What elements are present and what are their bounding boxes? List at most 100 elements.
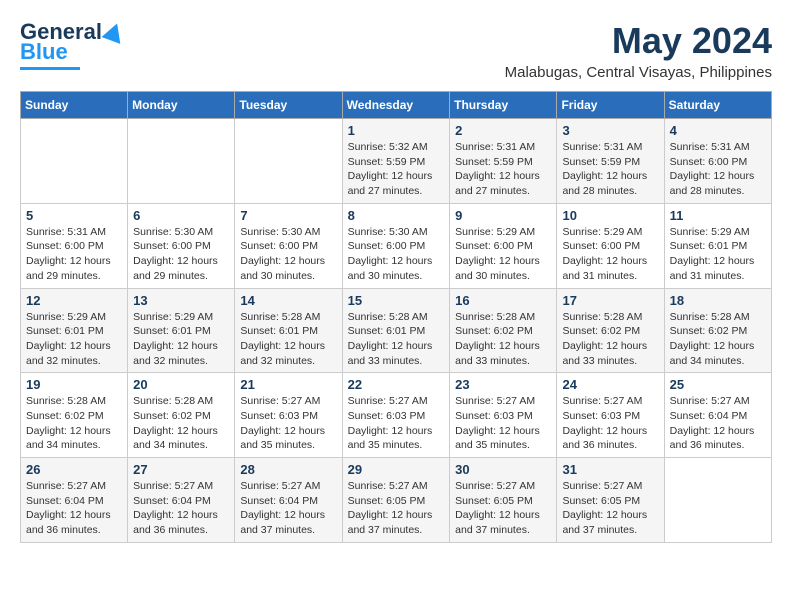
day-number: 24 — [562, 377, 658, 392]
day-number: 5 — [26, 208, 122, 223]
calendar-cell: 14 Sunrise: 5:28 AM Sunset: 6:01 PM Dayli… — [235, 288, 342, 373]
calendar-cell: 13 Sunrise: 5:29 AM Sunset: 6:01 PM Dayli… — [128, 288, 235, 373]
calendar-week-row: 1 Sunrise: 5:32 AM Sunset: 5:59 PM Daylig… — [21, 119, 772, 204]
calendar-week-row: 26 Sunrise: 5:27 AM Sunset: 6:04 PM Dayli… — [21, 458, 772, 543]
col-header-friday: Friday — [557, 92, 664, 119]
day-number: 23 — [455, 377, 551, 392]
calendar-cell: 28Sunrise: 5:27 AM Sunset: 6:04 PM Dayli… — [235, 458, 342, 543]
col-header-monday: Monday — [128, 92, 235, 119]
day-number: 25 — [670, 377, 766, 392]
day-number: 21 — [240, 377, 336, 392]
day-number: 10 — [562, 208, 658, 223]
calendar-cell: 21 Sunrise: 5:27 AM Sunset: 6:03 PM Dayli… — [235, 373, 342, 458]
day-number: 12 — [26, 293, 122, 308]
day-number: 4 — [670, 123, 766, 138]
col-header-wednesday: Wednesday — [342, 92, 450, 119]
day-info: Sunrise: 5:27 AM Sunset: 6:05 PM Dayligh… — [455, 479, 551, 538]
calendar-cell: 25 Sunrise: 5:27 AM Sunset: 6:04 PM Dayli… — [664, 373, 771, 458]
calendar-cell: 5Sunrise: 5:31 AM Sunset: 6:00 PM Daylig… — [21, 203, 128, 288]
day-number: 3 — [562, 123, 658, 138]
calendar-cell: 15 Sunrise: 5:28 AM Sunset: 6:01 PM Dayli… — [342, 288, 450, 373]
day-number: 26 — [26, 462, 122, 477]
calendar-week-row: 5Sunrise: 5:31 AM Sunset: 6:00 PM Daylig… — [21, 203, 772, 288]
calendar-cell: 24 Sunrise: 5:27 AM Sunset: 6:03 PM Dayli… — [557, 373, 664, 458]
calendar-cell: 31 Sunrise: 5:27 AM Sunset: 6:05 PM Dayli… — [557, 458, 664, 543]
day-info: Sunrise: 5:27 AM Sunset: 6:04 PM Dayligh… — [133, 479, 229, 538]
day-number: 11 — [670, 208, 766, 223]
col-header-tuesday: Tuesday — [235, 92, 342, 119]
day-number: 27 — [133, 462, 229, 477]
day-info: Sunrise: 5:27 AM Sunset: 6:05 PM Dayligh… — [348, 479, 445, 538]
col-header-sunday: Sunday — [21, 92, 128, 119]
calendar-cell: 10 Sunrise: 5:29 AM Sunset: 6:00 PM Dayli… — [557, 203, 664, 288]
day-number: 16 — [455, 293, 551, 308]
day-number: 8 — [348, 208, 445, 223]
calendar-cell: 12 Sunrise: 5:29 AM Sunset: 6:01 PM Dayli… — [21, 288, 128, 373]
calendar-cell: 2Sunrise: 5:31 AM Sunset: 5:59 PM Daylig… — [450, 119, 557, 204]
day-number: 17 — [562, 293, 658, 308]
day-number: 18 — [670, 293, 766, 308]
logo-triangle-icon — [101, 20, 126, 44]
day-number: 6 — [133, 208, 229, 223]
calendar-cell: 7Sunrise: 5:30 AM Sunset: 6:00 PM Daylig… — [235, 203, 342, 288]
calendar-cell: 29Sunrise: 5:27 AM Sunset: 6:05 PM Dayli… — [342, 458, 450, 543]
calendar-cell: 27 Sunrise: 5:27 AM Sunset: 6:04 PM Dayli… — [128, 458, 235, 543]
day-info: Sunrise: 5:28 AM Sunset: 6:01 PM Dayligh… — [240, 310, 336, 369]
day-info: Sunrise: 5:27 AM Sunset: 6:04 PM Dayligh… — [26, 479, 122, 538]
day-info: Sunrise: 5:27 AM Sunset: 6:05 PM Dayligh… — [562, 479, 658, 538]
day-number: 20 — [133, 377, 229, 392]
calendar-cell: 4Sunrise: 5:31 AM Sunset: 6:00 PM Daylig… — [664, 119, 771, 204]
page-header: General Blue May 2024 Malabugas, Central… — [20, 20, 772, 81]
day-info: Sunrise: 5:28 AM Sunset: 6:02 PM Dayligh… — [562, 310, 658, 369]
day-number: 14 — [240, 293, 336, 308]
day-info: Sunrise: 5:32 AM Sunset: 5:59 PM Dayligh… — [348, 140, 445, 199]
day-info: Sunrise: 5:27 AM Sunset: 6:03 PM Dayligh… — [562, 394, 658, 453]
calendar-cell: 18 Sunrise: 5:28 AM Sunset: 6:02 PM Dayli… — [664, 288, 771, 373]
day-number: 15 — [348, 293, 445, 308]
day-info: Sunrise: 5:31 AM Sunset: 5:59 PM Dayligh… — [562, 140, 658, 199]
calendar-cell: 17 Sunrise: 5:28 AM Sunset: 6:02 PM Dayli… — [557, 288, 664, 373]
calendar-cell — [235, 119, 342, 204]
calendar-cell: 6 Sunrise: 5:30 AM Sunset: 6:00 PM Daylig… — [128, 203, 235, 288]
day-info: Sunrise: 5:30 AM Sunset: 6:00 PM Dayligh… — [133, 225, 229, 284]
day-info: Sunrise: 5:31 AM Sunset: 5:59 PM Dayligh… — [455, 140, 551, 199]
col-header-thursday: Thursday — [450, 92, 557, 119]
day-number: 28 — [240, 462, 336, 477]
calendar-cell: 1 Sunrise: 5:32 AM Sunset: 5:59 PM Daylig… — [342, 119, 450, 204]
calendar-cell — [21, 119, 128, 204]
day-number: 31 — [562, 462, 658, 477]
day-number: 7 — [240, 208, 336, 223]
calendar-cell: 16 Sunrise: 5:28 AM Sunset: 6:02 PM Dayli… — [450, 288, 557, 373]
calendar-cell: 8 Sunrise: 5:30 AM Sunset: 6:00 PM Daylig… — [342, 203, 450, 288]
calendar-cell — [128, 119, 235, 204]
logo: General Blue — [20, 20, 124, 70]
day-info: Sunrise: 5:28 AM Sunset: 6:02 PM Dayligh… — [26, 394, 122, 453]
calendar-cell: 26 Sunrise: 5:27 AM Sunset: 6:04 PM Dayli… — [21, 458, 128, 543]
day-info: Sunrise: 5:28 AM Sunset: 6:02 PM Dayligh… — [670, 310, 766, 369]
day-info: Sunrise: 5:27 AM Sunset: 6:04 PM Dayligh… — [670, 394, 766, 453]
day-info: Sunrise: 5:29 AM Sunset: 6:01 PM Dayligh… — [26, 310, 122, 369]
calendar-cell: 19Sunrise: 5:28 AM Sunset: 6:02 PM Dayli… — [21, 373, 128, 458]
day-info: Sunrise: 5:27 AM Sunset: 6:03 PM Dayligh… — [348, 394, 445, 453]
day-info: Sunrise: 5:27 AM Sunset: 6:03 PM Dayligh… — [240, 394, 336, 453]
calendar-cell: 20Sunrise: 5:28 AM Sunset: 6:02 PM Dayli… — [128, 373, 235, 458]
day-info: Sunrise: 5:29 AM Sunset: 6:01 PM Dayligh… — [670, 225, 766, 284]
calendar-cell: 22Sunrise: 5:27 AM Sunset: 6:03 PM Dayli… — [342, 373, 450, 458]
calendar-cell: 30Sunrise: 5:27 AM Sunset: 6:05 PM Dayli… — [450, 458, 557, 543]
day-info: Sunrise: 5:28 AM Sunset: 6:02 PM Dayligh… — [455, 310, 551, 369]
day-number: 13 — [133, 293, 229, 308]
day-info: Sunrise: 5:28 AM Sunset: 6:01 PM Dayligh… — [348, 310, 445, 369]
calendar-cell — [664, 458, 771, 543]
day-number: 9 — [455, 208, 551, 223]
day-info: Sunrise: 5:29 AM Sunset: 6:00 PM Dayligh… — [562, 225, 658, 284]
calendar-table: SundayMondayTuesdayWednesdayThursdayFrid… — [20, 91, 772, 543]
calendar-week-row: 12 Sunrise: 5:29 AM Sunset: 6:01 PM Dayli… — [21, 288, 772, 373]
day-info: Sunrise: 5:30 AM Sunset: 6:00 PM Dayligh… — [348, 225, 445, 284]
day-number: 1 — [348, 123, 445, 138]
calendar-cell: 11 Sunrise: 5:29 AM Sunset: 6:01 PM Dayli… — [664, 203, 771, 288]
calendar-cell: 3 Sunrise: 5:31 AM Sunset: 5:59 PM Daylig… — [557, 119, 664, 204]
month-year-title: May 2024 — [505, 20, 772, 62]
day-info: Sunrise: 5:27 AM Sunset: 6:03 PM Dayligh… — [455, 394, 551, 453]
day-info: Sunrise: 5:29 AM Sunset: 6:01 PM Dayligh… — [133, 310, 229, 369]
title-block: May 2024 Malabugas, Central Visayas, Phi… — [505, 20, 772, 81]
